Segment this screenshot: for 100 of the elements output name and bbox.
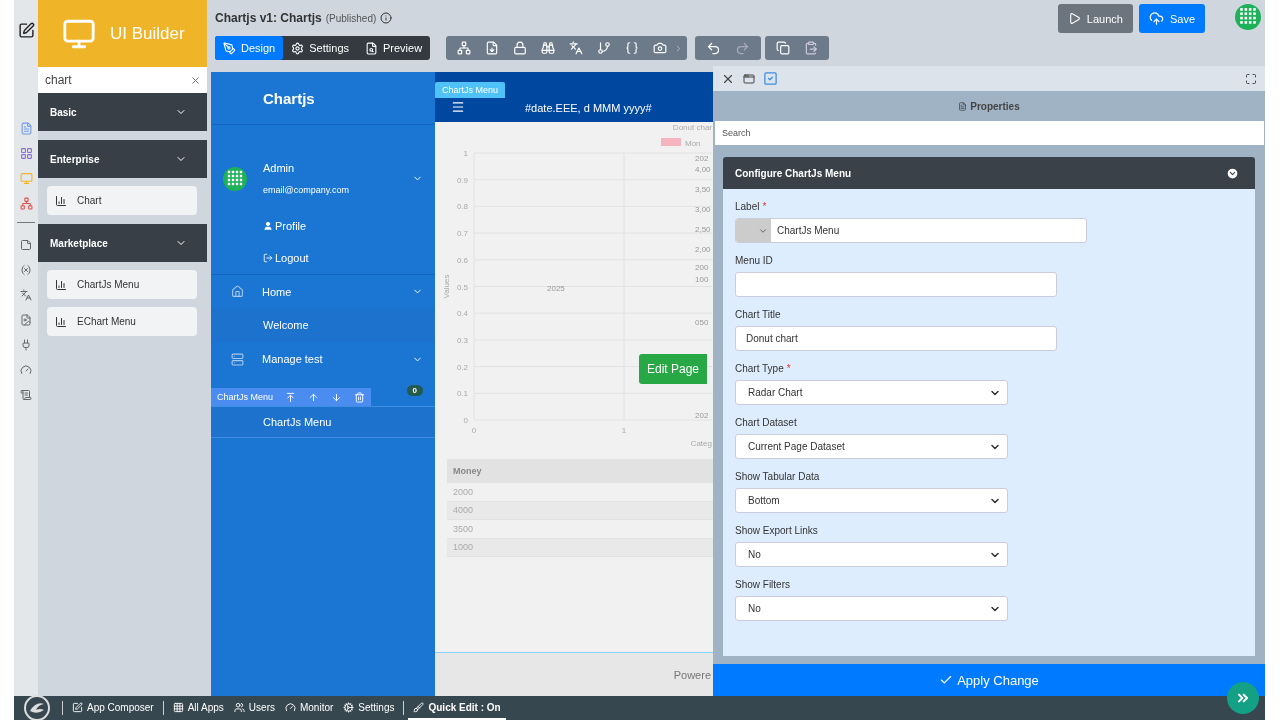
save-button[interactable]: Save: [1138, 4, 1205, 33]
select-field[interactable]: Bottom: [735, 488, 1008, 513]
select-field[interactable]: Current Page Dataset: [735, 434, 1008, 459]
field-label: Label: [735, 201, 760, 212]
logo-icon[interactable]: [24, 695, 50, 720]
document-search-icon: [365, 41, 378, 55]
user-name: Admin: [263, 162, 296, 174]
field-label: Chart Title: [735, 309, 781, 320]
grid-icon[interactable]: [19, 146, 33, 160]
mode-tab[interactable]: Settings: [283, 36, 357, 60]
server-icon: [231, 352, 244, 366]
field-label: Chart Type: [735, 363, 784, 374]
move-down-button[interactable]: [331, 391, 343, 403]
component-item[interactable]: Chart: [47, 186, 197, 215]
user-menu-link[interactable]: Logout: [211, 242, 435, 274]
footer-text: Powere: [435, 652, 713, 696]
gear-icon: [291, 41, 305, 55]
menu-item[interactable]: ChartJs Menu: [211, 406, 435, 438]
taskbar-item[interactable]: Monitor: [279, 696, 339, 720]
plug-icon[interactable]: [20, 339, 32, 351]
edit-icon: [72, 701, 83, 713]
document-icon: [958, 101, 968, 111]
network-icon[interactable]: [19, 196, 33, 210]
radar-label: 050: [695, 318, 709, 327]
chart-icon: [55, 315, 67, 328]
y-tick-label: 0.4: [456, 309, 468, 319]
radar-label: 4,00: [695, 165, 711, 174]
move-up-button[interactable]: [308, 391, 320, 403]
close-icon[interactable]: [190, 74, 201, 86]
search-field[interactable]: Search: [715, 121, 1264, 145]
y-tick-label: 0.1: [456, 389, 468, 399]
user-menu-link[interactable]: Profile: [211, 210, 435, 242]
document-icon[interactable]: [19, 121, 33, 135]
launch-button[interactable]: Launch: [1057, 4, 1133, 33]
status-label: (Published): [325, 12, 377, 24]
avatar-icon: [223, 166, 247, 191]
field-label: Show Export Links: [735, 525, 818, 536]
radar-label: 3,50: [695, 185, 711, 194]
braces-icon: [625, 41, 640, 55]
image-file-icon[interactable]: [20, 314, 32, 326]
app-logo-text: UI Builder: [110, 23, 185, 44]
taskbar-item[interactable]: Quick Edit : On: [408, 696, 506, 720]
download-file-icon: [485, 41, 500, 55]
y-tick-label: 0.6: [456, 255, 468, 265]
radar-label: 2,00: [695, 245, 711, 254]
redo-icon: [735, 40, 751, 56]
fullscreen-icon[interactable]: [1245, 72, 1257, 85]
move-top-button[interactable]: [285, 391, 297, 403]
select-field[interactable]: No: [735, 596, 1008, 621]
search-field[interactable]: chart: [38, 67, 207, 93]
copy-icon: [776, 41, 791, 55]
taskbar-item[interactable]: App Composer: [67, 696, 159, 720]
gauge-icon: [284, 701, 296, 713]
y-tick-label: 1: [463, 149, 468, 158]
clipboard-icon: [804, 41, 819, 55]
component-item[interactable]: EChart Menu: [47, 307, 197, 336]
nav-item[interactable]: Welcome: [211, 308, 435, 342]
date-text: #date.EEE, d MMM yyyy#: [525, 102, 652, 114]
nav-item[interactable]: Manage test: [211, 342, 435, 376]
select-field[interactable]: No: [735, 542, 1008, 567]
window-icon[interactable]: [743, 72, 755, 85]
checkbox-icon[interactable]: [763, 71, 778, 86]
branch-icon: [597, 41, 612, 55]
collapse-icon[interactable]: [1226, 166, 1239, 180]
radar-label: 3,00: [695, 205, 711, 214]
mode-tab[interactable]: Design: [215, 36, 284, 60]
taskbar-item[interactable]: All Apps: [167, 696, 229, 720]
y-tick-label: 0.5: [456, 282, 468, 292]
component-item[interactable]: ChartJs Menu: [47, 270, 197, 299]
taskbar-item[interactable]: Settings: [338, 696, 400, 720]
card-header[interactable]: Configure ChartJs Menu: [723, 157, 1255, 189]
select-field[interactable]: Radar Chart: [735, 380, 1008, 405]
required-mark: *: [762, 201, 767, 212]
variable-icon[interactable]: [20, 264, 32, 276]
home-icon: [231, 285, 244, 298]
delete-button[interactable]: [354, 391, 366, 403]
translate-icon[interactable]: [20, 289, 32, 301]
mode-tab[interactable]: Preview: [357, 36, 431, 60]
text-input[interactable]: [735, 272, 1057, 297]
section-header[interactable]: Marketplace: [38, 224, 207, 262]
text-input[interactable]: ChartJs Menu: [735, 218, 1087, 243]
scroll-icon[interactable]: [20, 389, 32, 401]
component-tag-label: ChartJs Menu: [217, 392, 274, 402]
section-header[interactable]: Basic: [38, 93, 207, 131]
brush-icon: [413, 701, 425, 713]
gauge-icon[interactable]: [20, 364, 32, 376]
apply-change-button[interactable]: Apply Change: [713, 664, 1265, 696]
note-icon[interactable]: [20, 239, 32, 251]
taskbar-item[interactable]: Users: [228, 696, 280, 720]
undo-icon: [706, 40, 722, 56]
section-header[interactable]: Enterprise: [38, 140, 207, 178]
logout-icon: [263, 253, 273, 263]
camera-icon: [653, 41, 668, 55]
edit-icon[interactable]: [17, 21, 35, 39]
design-tools-icon: [223, 41, 236, 55]
radar-label: 202: [695, 154, 709, 163]
table-header-cell: Money: [447, 459, 713, 483]
text-input[interactable]: Donut chart: [735, 326, 1057, 351]
y-axis-title: Values: [442, 274, 451, 299]
menu-icon[interactable]: [451, 100, 465, 114]
